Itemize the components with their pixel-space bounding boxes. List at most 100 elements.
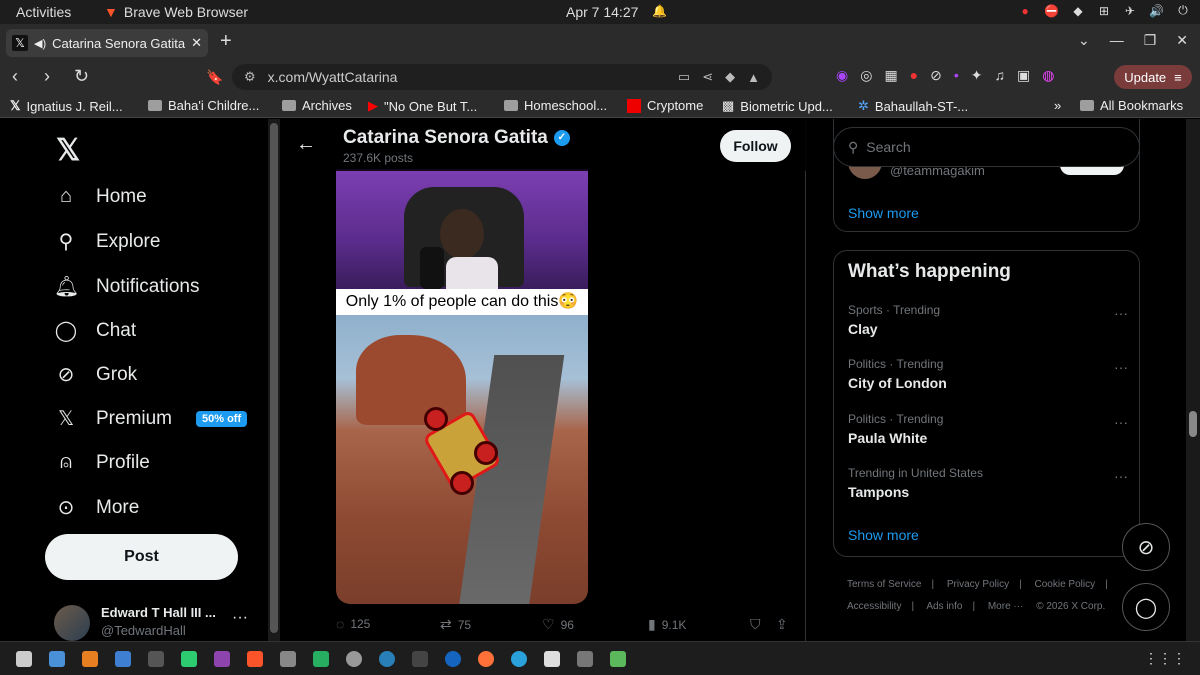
activities-button[interactable]: Activities: [16, 4, 71, 20]
do-not-disturb-icon[interactable]: ⛔: [1044, 4, 1059, 18]
more-link[interactable]: More ···: [988, 601, 1024, 612]
accessibility-link[interactable]: Accessibility: [847, 601, 901, 612]
nav-profile[interactable]: ⍝ Profile: [54, 451, 150, 474]
wallet-icon[interactable]: ▣: [1017, 67, 1030, 84]
brave-shields-icon[interactable]: ◆: [725, 69, 735, 85]
software-icon[interactable]: [82, 651, 98, 667]
ads-info-link[interactable]: Ads info: [926, 601, 962, 612]
files-icon[interactable]: [16, 651, 32, 667]
show-more-link[interactable]: Show more: [848, 527, 919, 543]
extension-icon[interactable]: ◉: [836, 67, 848, 84]
tray-app-icon[interactable]: ●: [1018, 4, 1032, 18]
clock[interactable]: Apr 7 14:27: [566, 4, 638, 20]
bookmark-item[interactable]: ✲ Bahaullah-ST-...: [858, 98, 968, 114]
bookmark-item[interactable]: ▶ "No One But T...: [368, 98, 477, 114]
help-icon[interactable]: [379, 651, 395, 667]
document-icon[interactable]: [115, 651, 131, 667]
bookmark-item[interactable]: ▩ Biometric Upd...: [722, 98, 833, 114]
search-input[interactable]: ⚲ Search: [833, 127, 1140, 167]
url-text[interactable]: x.com/WyattCatarina: [268, 69, 666, 85]
app-icon[interactable]: [346, 651, 362, 667]
trend-item[interactable]: Trending in United States Tampons ···: [848, 466, 1128, 500]
update-button[interactable]: Update ≡: [1114, 65, 1192, 89]
views-button[interactable]: ▮ 9.1K: [648, 616, 686, 633]
bookmark-folder[interactable]: Archives: [282, 98, 352, 113]
app-menu[interactable]: ▼ Brave Web Browser: [104, 4, 248, 20]
nav-premium[interactable]: 𝕏 Premium 50% off: [54, 406, 248, 431]
brave-icon[interactable]: [247, 651, 263, 667]
spreadsheet-icon[interactable]: [313, 651, 329, 667]
nav-chat[interactable]: ◯ Chat: [54, 318, 136, 343]
bookmarks-overflow-button[interactable]: »: [1054, 98, 1061, 113]
telegram-icon[interactable]: [511, 651, 527, 667]
extension-record-icon[interactable]: ●: [910, 67, 918, 84]
audio-playing-icon[interactable]: ◀): [34, 37, 46, 50]
nav-explore[interactable]: ⚲ Explore: [54, 229, 161, 254]
app-icon[interactable]: [280, 651, 296, 667]
volume-icon[interactable]: 🔊: [1149, 4, 1164, 18]
cast-icon[interactable]: ▭: [678, 69, 690, 85]
more-dots-icon[interactable]: ···: [1114, 414, 1128, 430]
show-apps-icon[interactable]: ⋮⋮⋮: [1144, 650, 1186, 667]
media-icon[interactable]: ♫: [995, 67, 1006, 84]
app-icon[interactable]: [214, 651, 230, 667]
messages-fab-button[interactable]: ◯: [1122, 583, 1170, 631]
bookmark-item[interactable]: Cryptome: [627, 98, 703, 113]
restore-icon[interactable]: ❐: [1144, 32, 1157, 49]
bookmark-folder[interactable]: Baha'i Childre...: [148, 98, 259, 113]
reply-button[interactable]: ◌ 125: [336, 616, 370, 632]
back-arrow-icon[interactable]: ←: [296, 133, 316, 156]
dropbox-icon[interactable]: ◆: [1071, 4, 1085, 18]
grok-fab-button[interactable]: ⊘: [1122, 523, 1170, 571]
bookmark-button[interactable]: ⛉: [750, 616, 761, 633]
nav-more[interactable]: ⊙ More: [54, 495, 140, 520]
scrollbar-thumb[interactable]: [270, 123, 278, 633]
extension-link-icon[interactable]: ⊘: [930, 67, 942, 84]
app-icon[interactable]: [577, 651, 593, 667]
more-dots-icon[interactable]: ···: [1114, 359, 1128, 375]
tab-list-icon[interactable]: ⌄: [1078, 32, 1090, 49]
cookie-link[interactable]: Cookie Policy: [1035, 579, 1096, 590]
nav-grok[interactable]: ⊘ Grok: [54, 362, 138, 387]
trend-item[interactable]: Politics · Trending Paula White ···: [848, 412, 1128, 446]
more-dots-icon[interactable]: ···: [1114, 468, 1128, 484]
system-tray[interactable]: ● ⛔ ◆ ⊞ ✈ 🔊 ⏻: [1018, 3, 1190, 18]
bookmark-page-icon[interactable]: 🔖: [206, 69, 223, 86]
app-icon[interactable]: [445, 651, 461, 667]
back-icon[interactable]: ‹: [12, 66, 18, 87]
close-tab-icon[interactable]: ✕: [191, 35, 202, 51]
trash-icon[interactable]: [610, 651, 626, 667]
close-window-icon[interactable]: ✕: [1176, 32, 1188, 49]
tab-active[interactable]: 𝕏 ◀) Catarina Senora Gatita ✕: [6, 29, 208, 57]
nav-notifications[interactable]: 🔔︎ Notifications: [54, 274, 200, 299]
trend-item[interactable]: Sports · Trending Clay ···: [848, 303, 1128, 337]
address-bar[interactable]: ⚙ x.com/WyattCatarina ▭ ⋖ ◆ ▲: [232, 64, 772, 90]
app-icon[interactable]: [412, 651, 428, 667]
new-tab-button[interactable]: +: [220, 30, 232, 53]
extension-dot-icon[interactable]: •: [954, 67, 959, 84]
account-switcher[interactable]: Edward T Hall III ... @TedwardHall ···: [54, 603, 254, 641]
scrollbar-thumb[interactable]: [1189, 411, 1197, 437]
x-logo-icon[interactable]: 𝕏: [56, 133, 80, 168]
site-settings-icon[interactable]: ⚙: [244, 69, 256, 85]
like-button[interactable]: ♡ 96: [542, 616, 574, 633]
terms-link[interactable]: Terms of Service: [847, 579, 921, 590]
profile-icon[interactable]: ◍: [1042, 67, 1054, 84]
network-icon[interactable]: ⊞: [1097, 4, 1111, 18]
app-icon[interactable]: [181, 651, 197, 667]
share-button[interactable]: ⇪: [776, 616, 788, 633]
all-bookmarks[interactable]: All Bookmarks: [1080, 98, 1183, 113]
nav-home[interactable]: ⌂ Home: [54, 185, 147, 208]
bookmark-folder[interactable]: Homeschool...: [504, 98, 607, 113]
extension-notes-icon[interactable]: ▦: [884, 67, 897, 84]
bookmark-item[interactable]: 𝕏 Ignatius J. Reil...: [10, 98, 123, 114]
follow-button[interactable]: Follow: [720, 130, 791, 162]
firefox-icon[interactable]: [478, 651, 494, 667]
page-scrollbar[interactable]: [1186, 119, 1200, 641]
repost-button[interactable]: ⇄ 75: [440, 616, 471, 633]
reload-icon[interactable]: ↻: [74, 66, 89, 87]
power-icon[interactable]: ⏻: [1176, 3, 1190, 18]
terminal-icon[interactable]: [148, 651, 164, 667]
app-icon[interactable]: [544, 651, 560, 667]
more-dots-icon[interactable]: ···: [1114, 305, 1128, 321]
